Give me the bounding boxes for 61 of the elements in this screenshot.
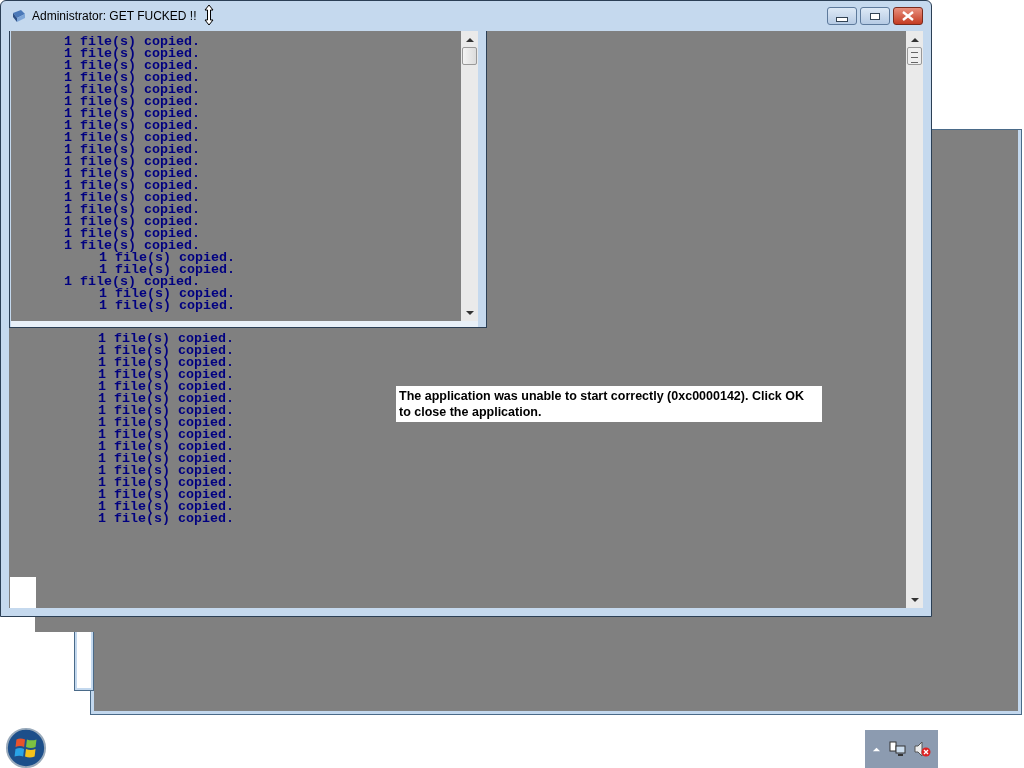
maximize-button[interactable] [860,7,890,25]
minimize-icon [836,16,848,22]
console-line: 1 file(s) copied. [99,288,235,300]
console-line: 1 file(s) copied. [98,333,234,345]
scrollbar[interactable] [906,31,923,608]
console-line: 1 file(s) copied. [64,84,200,96]
console-line: 1 file(s) copied. [98,489,234,501]
network-icon[interactable] [888,740,906,758]
start-button[interactable] [5,727,47,768]
scrollbar[interactable] [461,31,478,321]
close-button[interactable] [893,7,923,25]
console-line: 1 file(s) copied. [98,381,234,393]
console-line: 1 file(s) copied. [64,180,200,192]
scroll-down-icon[interactable] [465,311,474,315]
console-line: 1 file(s) copied. [64,48,200,60]
console-line: 1 file(s) copied. [64,132,200,144]
muted-speaker-icon[interactable] [913,740,931,758]
console-line: 1 file(s) copied. [64,276,200,288]
console-line: 1 file(s) copied. [98,405,234,417]
console-line: 1 file(s) copied. [64,240,200,252]
console-line: 1 file(s) copied. [98,501,234,513]
console-line: 1 file(s) copied. [98,429,234,441]
console-line: 1 file(s) copied. [98,441,234,453]
console-line: 1 file(s) copied. [99,300,235,312]
console-line: 1 file(s) copied. [98,465,234,477]
console-line: 1 file(s) copied. [64,216,200,228]
console-line: 1 file(s) copied. [64,144,200,156]
scroll-down-icon[interactable] [910,598,919,602]
console-line: 1 file(s) copied. [99,252,235,264]
console-line: 1 file(s) copied. [98,453,234,465]
close-icon [902,11,914,21]
console-icon [11,8,27,24]
console-line: 1 file(s) copied. [64,60,200,72]
scroll-thumb[interactable] [907,47,922,65]
console-line: 1 file(s) copied. [98,393,234,405]
console-line: 1 file(s) copied. [64,96,200,108]
console-line: 1 file(s) copied. [64,156,200,168]
minimize-button[interactable] [827,7,857,25]
scroll-up-icon[interactable] [465,38,474,42]
console-line: 1 file(s) copied. [64,72,200,84]
error-message: The application was unable to start correctly (0xc0000142). Click OK to close the application. [396,386,822,422]
console-line: 1 file(s) copied. [98,369,234,381]
console-line: 1 file(s) copied. [98,357,234,369]
console-line: 1 file(s) copied. [99,264,235,276]
console-line: 1 file(s) copied. [98,477,234,489]
console-line: 1 file(s) copied. [64,204,200,216]
scroll-up-icon[interactable] [910,38,919,42]
scroll-thumb[interactable] [462,47,477,65]
console-line: 1 file(s) copied. [98,513,234,525]
cursor-block [10,577,36,608]
console-line: 1 file(s) copied. [64,36,200,48]
resize-cursor-icon [204,4,214,26]
console-line: 1 file(s) copied. [98,345,234,357]
console-line: 1 file(s) copied. [64,192,200,204]
console-line: 1 file(s) copied. [64,168,200,180]
console-line: 1 file(s) copied. [98,417,234,429]
console-line: 1 file(s) copied. [64,120,200,132]
window-title: Administrator: GET FUCKED !! [32,9,197,23]
console-line: 1 file(s) copied. [64,228,200,240]
maximize-icon [870,12,880,20]
console-line: 1 file(s) copied. [64,108,200,120]
